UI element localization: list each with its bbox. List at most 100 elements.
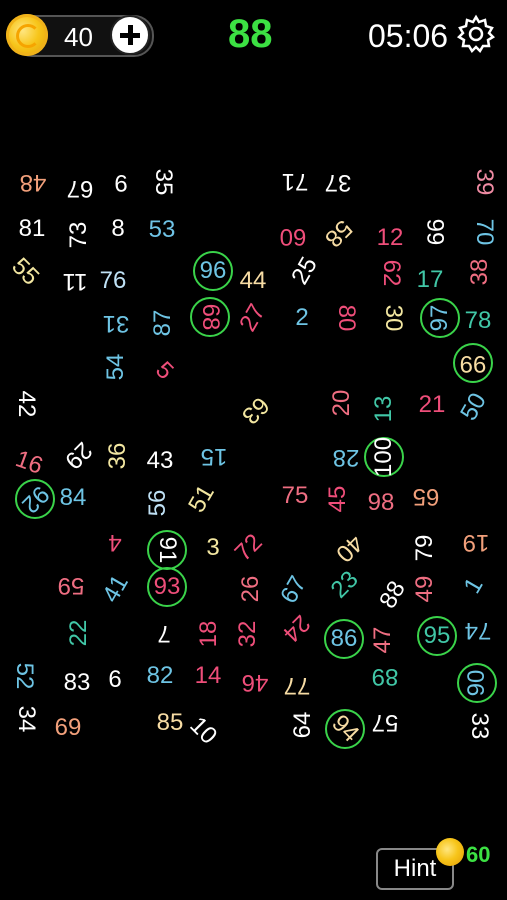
board-number[interactable]: 38 [466, 252, 493, 292]
board-number[interactable]: 11 [55, 268, 95, 295]
board-number[interactable]: 56 [144, 483, 171, 523]
number-board: 48 67 9 35 71 37 39 81 73 8 53 60 58 12 66 70 55 11 76 96 44… [0, 150, 507, 770]
board-number[interactable]: 79 [411, 528, 438, 568]
add-coins-button[interactable] [110, 15, 150, 55]
board-number[interactable]: 69 [48, 716, 88, 740]
board-number[interactable]: 72 [226, 525, 271, 570]
board-number[interactable]: 94 [322, 706, 367, 751]
board-number[interactable]: 9 [101, 169, 141, 196]
board-number[interactable]: 46 [235, 669, 275, 696]
board-number[interactable]: 16 [6, 445, 52, 481]
board-number[interactable]: 15 [194, 443, 234, 470]
board-number[interactable]: 39 [471, 162, 498, 202]
board-number[interactable]: 48 [13, 169, 53, 196]
board-number[interactable]: 32 [234, 614, 261, 654]
board-number[interactable]: 5 [141, 348, 186, 393]
board-number[interactable]: 73 [65, 215, 92, 255]
board-number[interactable]: 89 [365, 663, 405, 690]
board-number[interactable]: 36 [104, 436, 131, 476]
board-number[interactable]: 95 [417, 624, 457, 648]
board-number[interactable]: 37 [318, 169, 358, 196]
board-number[interactable]: 45 [324, 479, 351, 519]
board-number[interactable]: 74 [458, 617, 498, 644]
board-number[interactable]: 98 [361, 491, 401, 515]
board-number[interactable]: 76 [93, 269, 133, 293]
board-number[interactable]: 92 [12, 476, 57, 521]
board-number[interactable]: 83 [57, 671, 97, 695]
board-number[interactable]: 19 [456, 529, 496, 556]
board-number[interactable]: 67 [60, 175, 100, 202]
board-number[interactable]: 96 [193, 259, 233, 283]
board-number[interactable]: 54 [102, 347, 129, 387]
board-number[interactable]: 88 [373, 572, 414, 619]
board-number[interactable]: 53 [142, 218, 182, 242]
board-number[interactable]: 91 [154, 530, 181, 570]
board-number[interactable]: 29 [55, 432, 100, 477]
board-number[interactable]: 6 [95, 668, 135, 692]
board-number[interactable]: 63 [232, 387, 277, 432]
board-number[interactable]: 97 [426, 298, 453, 338]
board-number[interactable]: 60 [273, 223, 313, 250]
board-number[interactable]: 67 [274, 567, 315, 614]
board-number[interactable]: 49 [411, 569, 438, 609]
board-number[interactable]: 55 [2, 249, 47, 294]
board-number[interactable]: 41 [96, 566, 137, 613]
board-number[interactable]: 62 [378, 253, 405, 293]
board-number[interactable]: 80 [333, 298, 360, 338]
board-number[interactable]: 70 [471, 212, 498, 252]
board-number[interactable]: 42 [13, 384, 40, 424]
settings-button[interactable] [456, 14, 496, 54]
board-number[interactable]: 81 [12, 217, 52, 241]
board-number[interactable]: 77 [277, 672, 317, 699]
board-number[interactable]: 14 [188, 664, 228, 688]
board-number[interactable]: 84 [53, 486, 93, 510]
board-number[interactable]: 23 [322, 562, 367, 607]
board-number[interactable]: 8 [98, 217, 138, 241]
board-number[interactable]: 21 [412, 393, 452, 417]
board-number[interactable]: 31 [96, 310, 136, 337]
board-number[interactable]: 57 [365, 709, 405, 736]
board-number[interactable]: 64 [289, 705, 316, 745]
board-number[interactable]: 78 [458, 309, 498, 333]
board-number[interactable]: 26 [237, 569, 264, 609]
board-number[interactable]: 100 [370, 437, 397, 477]
board-number[interactable]: 90 [463, 663, 490, 703]
board-number[interactable]: 20 [328, 383, 355, 423]
board-number[interactable]: 18 [195, 614, 222, 654]
board-number[interactable]: 28 [326, 444, 366, 471]
board-number[interactable]: 27 [233, 295, 274, 342]
board-number[interactable]: 87 [149, 303, 176, 343]
board-number[interactable]: 75 [275, 484, 315, 508]
board-number[interactable]: 1 [454, 563, 495, 610]
board-number[interactable]: 35 [150, 162, 177, 202]
board-number[interactable]: 50 [454, 384, 495, 431]
board-number[interactable]: 93 [147, 575, 187, 599]
board-number[interactable]: 47 [369, 620, 396, 660]
board-number[interactable]: 82 [140, 664, 180, 688]
board-number[interactable]: 30 [380, 298, 407, 338]
board-number[interactable]: 58 [315, 210, 360, 255]
board-number[interactable]: 86 [324, 627, 364, 651]
board-number[interactable]: 43 [140, 449, 180, 473]
board-number[interactable]: 7 [144, 620, 184, 647]
board-number[interactable]: 51 [182, 476, 223, 523]
board-number[interactable]: 22 [65, 613, 92, 653]
board-number[interactable]: 12 [370, 226, 410, 250]
board-number[interactable]: 65 [406, 483, 446, 510]
board-number[interactable]: 4 [95, 529, 135, 556]
board-number[interactable]: 44 [233, 269, 273, 293]
board-number[interactable]: 25 [285, 248, 326, 295]
board-number[interactable]: 24 [273, 605, 318, 650]
board-number[interactable]: 59 [51, 572, 91, 599]
board-number[interactable]: 2 [282, 306, 322, 330]
board-number[interactable]: 34 [13, 699, 40, 739]
board-number[interactable]: 52 [11, 656, 38, 696]
board-number[interactable]: 3 [193, 536, 233, 560]
board-number[interactable]: 13 [370, 389, 397, 429]
board-number[interactable]: 71 [275, 168, 315, 195]
board-number[interactable]: 68 [197, 297, 224, 337]
board-number[interactable]: 17 [410, 268, 450, 292]
board-number[interactable]: 33 [466, 706, 493, 746]
board-number[interactable]: 99 [453, 350, 493, 377]
board-number[interactable]: 66 [423, 212, 450, 252]
